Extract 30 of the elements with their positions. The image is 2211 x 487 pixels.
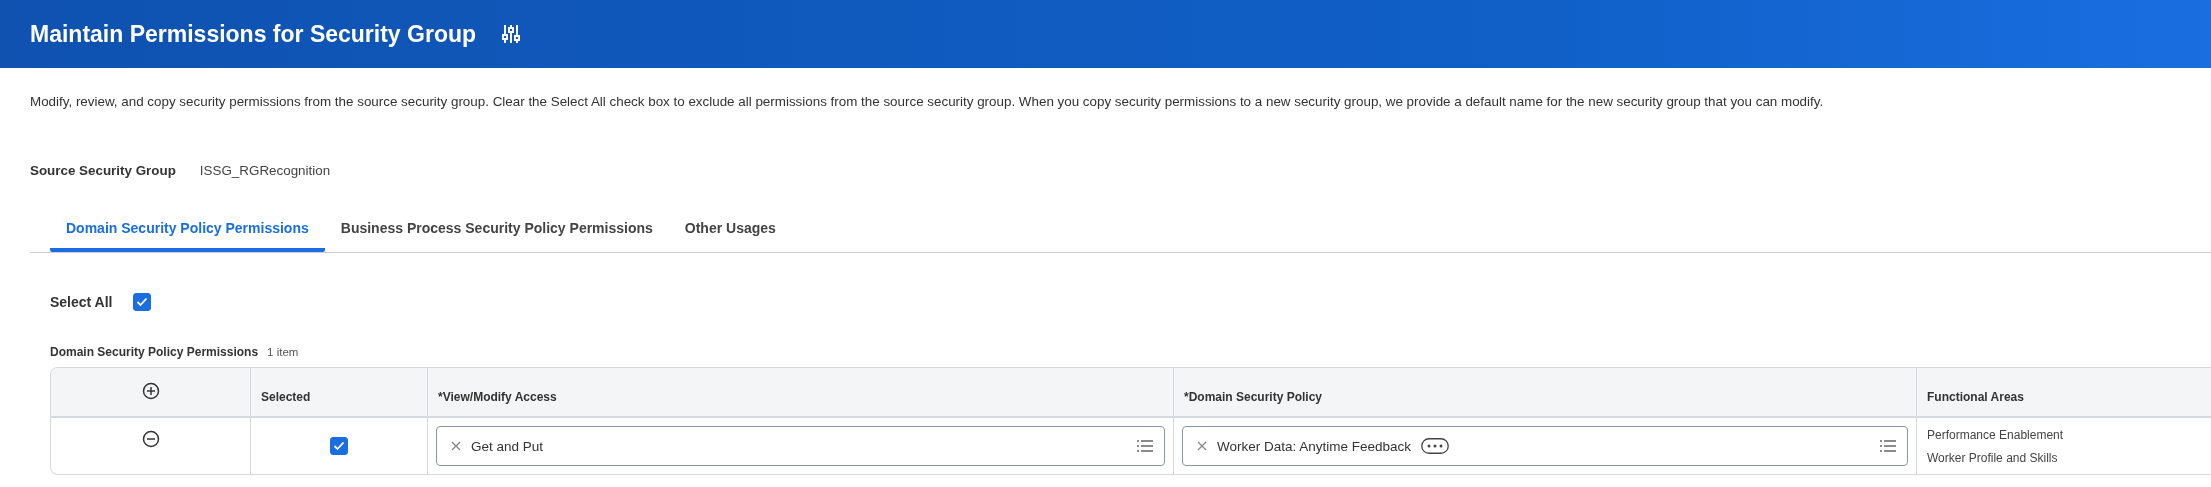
check-icon xyxy=(333,441,345,451)
description-text: Modify, review, and copy security permissions from the source security group. Clear the Select All check box to exclude all permissions from the source security group. When you copy security permissions to a new security group, we provide a default name for the new security group that you can modify. xyxy=(29,93,1825,109)
column-header: *View/Modify Access xyxy=(438,390,557,404)
remove-row-icon[interactable] xyxy=(141,430,160,448)
policy-field[interactable]: Worker Data: Anytime Feedback xyxy=(1182,426,1908,466)
table-title: Domain Security Policy Permissions xyxy=(50,345,259,359)
column-header: Functional Areas xyxy=(1927,390,2024,404)
access-field[interactable]: Get and Put xyxy=(436,426,1165,466)
column-header: *Domain Security Policy xyxy=(1184,390,1323,404)
remove-icon[interactable] xyxy=(1197,441,1207,451)
page-title: Maintain Permissions for Security Group xyxy=(30,20,477,48)
column-header: Selected xyxy=(261,390,311,404)
select-all-label: Select All xyxy=(50,294,113,310)
item-count: 1 item xyxy=(267,346,299,358)
settings-icon[interactable] xyxy=(502,24,521,44)
functional-area: Worker Profile and Skills xyxy=(1927,450,2058,465)
list-icon[interactable] xyxy=(1879,439,1897,453)
tab[interactable]: Business Process Security Policy Permissions xyxy=(324,210,669,252)
tab[interactable]: Domain Security Policy Permissions xyxy=(50,210,325,252)
check-icon xyxy=(135,297,148,307)
functional-area: Performance Enablement xyxy=(1927,427,2064,442)
select-all-checkbox[interactable] xyxy=(132,293,151,311)
field-label: Source Security Group xyxy=(30,163,176,178)
row-checkbox[interactable] xyxy=(330,437,348,455)
more-icon[interactable] xyxy=(1421,438,1450,454)
field-value: ISSG_RGRecognition xyxy=(199,163,331,178)
remove-icon[interactable] xyxy=(451,441,461,451)
list-icon[interactable] xyxy=(1136,439,1154,453)
tab[interactable]: Other Usages xyxy=(668,210,792,252)
add-row-icon[interactable] xyxy=(141,382,160,400)
